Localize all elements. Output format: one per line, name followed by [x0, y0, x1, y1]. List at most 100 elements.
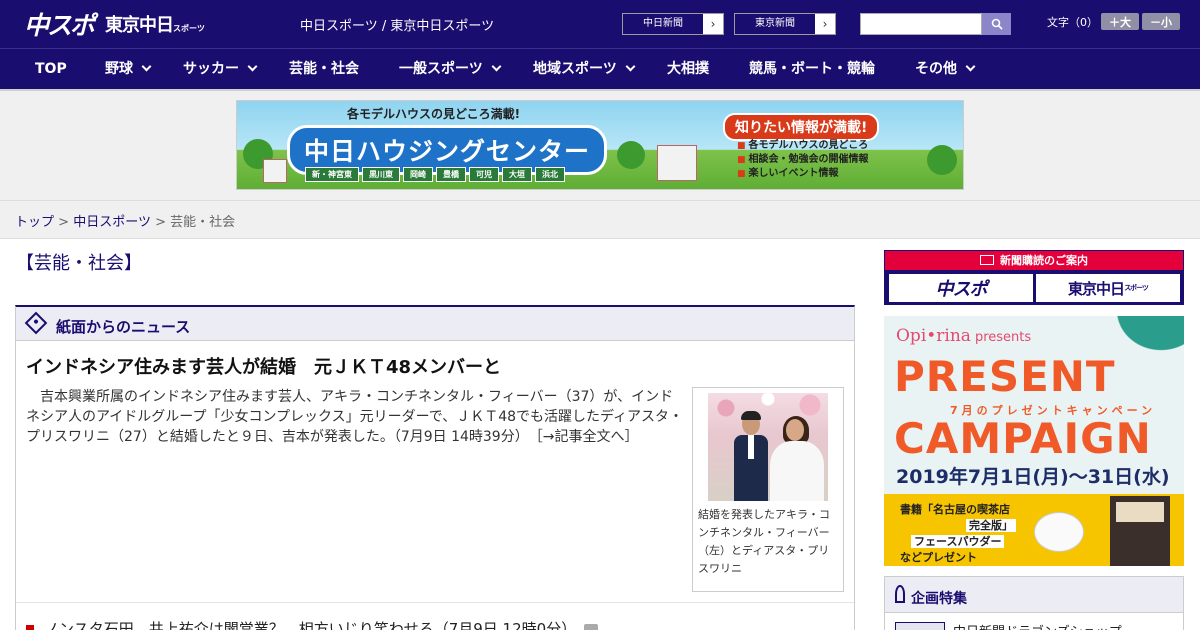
chevron-down-icon: [247, 61, 258, 72]
promo-word-campaign: CAMPAIGN: [894, 414, 1152, 463]
promo-book-text: 書籍「名古屋の喫茶店 完全版」 フェースパウダー などプレゼント: [900, 502, 1016, 566]
breadcrumb-chunichi-link[interactable]: 中日スポーツ: [73, 215, 151, 230]
panel-header: 紙面からのニュース: [16, 307, 854, 341]
font-smaller-button[interactable]: －小: [1142, 13, 1180, 30]
list-divider: [16, 602, 854, 603]
article-photo-box[interactable]: 結婚を発表したアキラ・コンチネンタル・フィーバー（左）とディアスタ・プリスワリニ: [692, 387, 844, 592]
banner-town: 豊橋: [436, 167, 466, 182]
book-image: [1110, 496, 1170, 566]
face-powder-image: [1034, 512, 1084, 552]
nav-item-local-sports[interactable]: 地域スポーツ: [533, 49, 636, 90]
top-header: 中スポ 東京中日スポーツ 中日スポーツ / 東京中日スポーツ 中日新聞 › 東京…: [0, 0, 1200, 48]
newspaper-icon: [980, 255, 994, 265]
tag-icon: [24, 311, 48, 335]
banner-right-list: 各モデルハウスの見どころ 相談会・勉強会の開催情報 楽しいイベント情報: [737, 139, 869, 181]
promo-word-present: PRESENT: [894, 352, 1116, 401]
read-more-link[interactable]: ［→記事全文へ］: [536, 429, 639, 445]
search-button[interactable]: [982, 13, 1011, 35]
promo-book-line: フェースパウダー: [900, 534, 1016, 550]
breadcrumb-separator: >: [58, 215, 70, 230]
chevron-down-icon: [491, 61, 502, 72]
housing-center-banner-ad[interactable]: 各モデルハウスの見どころ満載! 中日ハウジングセンター 新・神宮東 黒川東 岡崎…: [236, 100, 964, 190]
wedding-photo: [708, 393, 828, 501]
font-bigger-button[interactable]: ＋大: [1101, 13, 1139, 30]
subscribe-chusupo-button[interactable]: 中スポ: [889, 274, 1033, 302]
bullet-icon: [26, 625, 34, 630]
subscribe-tokyo-chunichi-button[interactable]: 東京中日 スポーツ: [1036, 274, 1180, 302]
page-title: 【芸能・社会】: [16, 253, 142, 274]
tokyo-shimbun-label: 東京新聞: [735, 14, 815, 34]
banner-right-item: 相談会・勉強会の開催情報: [737, 153, 869, 167]
breadcrumb: トップ > 中日スポーツ > 芸能・社会: [15, 211, 235, 230]
tokyo-chunichi-logo-text: 東京中日: [105, 15, 174, 36]
tokyo-chunichi-logo-small: スポーツ: [173, 24, 205, 33]
present-campaign-ad[interactable]: Opi•rina presents PRESENT 7月のプレゼントキャンペーン …: [884, 316, 1184, 566]
banner-town: 岡崎: [403, 167, 433, 182]
bride-head: [786, 419, 804, 441]
nav-item-label: 競馬・ボート・競輪: [749, 61, 875, 77]
nav-item-label: サッカー: [183, 61, 239, 77]
chevron-right-icon: ›: [703, 14, 723, 34]
banner-town: 浜北: [535, 167, 565, 182]
nav-item-label: 芸能・社会: [289, 61, 359, 77]
tokyo-shimbun-button[interactable]: 東京新聞 ›: [734, 13, 836, 35]
banner-right-item: 楽しいイベント情報: [737, 167, 869, 181]
chunichi-shimbun-button[interactable]: 中日新聞 ›: [622, 13, 724, 35]
breadcrumb-current: 芸能・社会: [170, 215, 236, 230]
subscribe-tokyo-chunichi-small: スポーツ: [1124, 284, 1149, 292]
nav-item-sumo[interactable]: 大相撲: [667, 49, 709, 90]
nav-item-label: 地域スポーツ: [533, 61, 617, 77]
tree-illustration: [927, 145, 957, 175]
feature-item-text: 中日新聞ドラゴンズショップ: [953, 621, 1122, 630]
subscription-head-text: 新聞購読のご案内: [1000, 254, 1088, 267]
nav-item-general-sports[interactable]: 一般スポーツ: [399, 49, 502, 90]
promo-dates: 2019年7月1日(月)～31日(水): [896, 466, 1170, 488]
subscription-box: 新聞購読のご案内 中スポ 東京中日 スポーツ: [884, 250, 1184, 305]
breadcrumb-top-link[interactable]: トップ: [15, 215, 54, 230]
promo-book-line: 書籍「名古屋の喫茶店: [900, 503, 1010, 516]
nav-item-entertainment[interactable]: 芸能・社会: [289, 49, 359, 90]
nav-item-label: 野球: [105, 61, 133, 77]
chusupo-logo[interactable]: 中スポ: [24, 6, 95, 42]
nav-item-baseball[interactable]: 野球: [105, 49, 152, 90]
groom-hair: [741, 411, 761, 420]
nav-item-soccer[interactable]: サッカー: [183, 49, 258, 90]
promo-book-line: などプレゼント: [900, 551, 977, 564]
banner-town: 可児: [469, 167, 499, 182]
article-lead: 吉本興業所属のインドネシア住みます芸人、アキラ・コンチネンタル・フィーバー（37…: [26, 387, 684, 447]
promo-brand: Opi•rina presents: [896, 326, 1031, 346]
tokyo-chunichi-logo[interactable]: 東京中日スポーツ: [105, 11, 205, 37]
nav-item-label: 一般スポーツ: [399, 61, 483, 77]
nav-item-racing[interactable]: 競馬・ボート・競輪: [749, 49, 875, 90]
ribbon-icon: [895, 585, 905, 603]
feature-thumbnail: [895, 621, 945, 630]
nav-item-label: TOP: [35, 61, 67, 77]
feature-item[interactable]: 中日新聞ドラゴンズショップ: [895, 621, 1122, 630]
house-illustration: [657, 145, 697, 181]
promo-book-highlight: フェースパウダー: [911, 535, 1005, 548]
search-input[interactable]: [860, 13, 982, 35]
chevron-down-icon: [625, 61, 636, 72]
subscription-head: 新聞購読のご案内: [885, 251, 1183, 270]
nav-divider: [0, 89, 1200, 91]
site-logo[interactable]: 中スポ 東京中日スポーツ: [24, 10, 205, 40]
groom-figure: [734, 411, 768, 501]
bride-dress: [770, 441, 824, 501]
feature-section: 企画特集 中日新聞ドラゴンズショップ: [884, 576, 1184, 630]
feature-title: 企画特集: [911, 591, 967, 607]
article-headline[interactable]: インドネシア住みます芸人が結婚 元ＪＫＴ48メンバーと: [26, 353, 501, 379]
panel-title: 紙面からのニュース: [56, 318, 191, 336]
nav-item-label: 大相撲: [667, 61, 709, 77]
banner-town: 大垣: [502, 167, 532, 182]
feature-header: 企画特集: [885, 577, 1183, 613]
main-nav: TOP 野球 サッカー 芸能・社会 一般スポーツ 地域スポーツ 大相撲 競馬・ボ…: [0, 48, 1200, 89]
list-item[interactable]: ノンスタ石田 井上祐介は闇営業？ 相方いじり笑わせる（7月9日 12時0分）: [26, 618, 599, 630]
breadcrumb-separator: >: [155, 215, 166, 230]
paper-news-panel: 紙面からのニュース インドネシア住みます芸人が結婚 元ＪＫＴ48メンバーと 吉本…: [15, 305, 855, 630]
promo-book-line: 完全版」: [900, 518, 1016, 534]
nav-item-other[interactable]: その他: [915, 49, 976, 90]
font-size-label: 文字（0）: [1047, 16, 1098, 29]
photo-caption: 結婚を発表したアキラ・コンチネンタル・フィーバー（左）とディアスタ・プリスワリニ: [698, 508, 830, 575]
bride-figure: [770, 416, 824, 501]
nav-item-top[interactable]: TOP: [35, 49, 67, 90]
